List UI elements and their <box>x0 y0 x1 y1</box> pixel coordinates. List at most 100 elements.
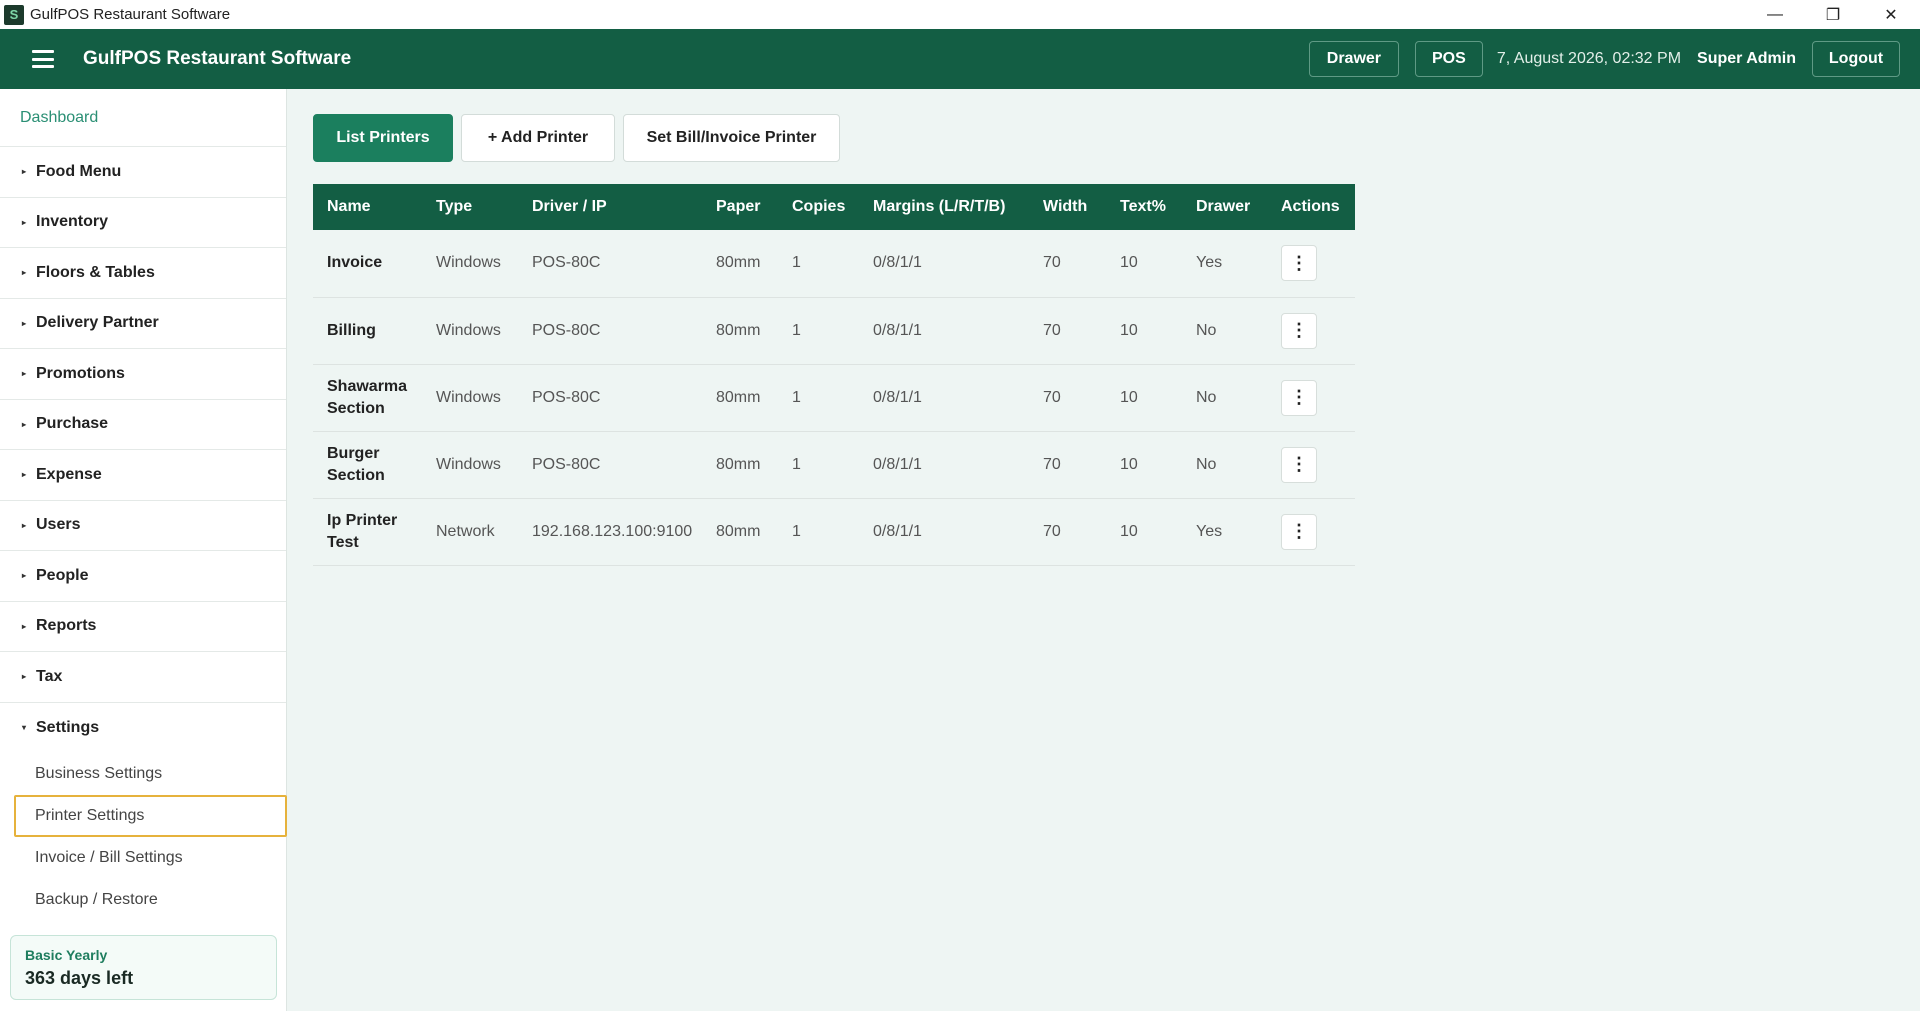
sidebar-item-users[interactable]: ▸ Users <box>0 501 286 551</box>
caret-right-icon: ▸ <box>22 520 27 530</box>
more-vertical-icon[interactable]: ⋮ <box>1281 245 1317 282</box>
caret-down-icon: ▾ <box>22 723 27 733</box>
printer-actions-cell: ⋮ <box>1267 498 1355 566</box>
tab-add-printer[interactable]: + Add Printer <box>461 114 615 162</box>
column-header-driver: Driver / IP <box>532 198 607 215</box>
printer-type: Network <box>422 498 518 566</box>
caret-right-icon: ▸ <box>22 571 27 581</box>
app-logo-icon: S <box>4 4 24 25</box>
header-actions: Drawer POS 7, August 2026, 02:32 PM Supe… <box>1293 29 1900 89</box>
printer-name: Ip Printer Test <box>313 498 422 566</box>
sidebar-item-expense[interactable]: ▸ Expense <box>0 450 286 501</box>
sidebar-item-reports[interactable]: ▸ Reports <box>0 602 286 652</box>
printer-name: Shawarma Section <box>313 364 422 432</box>
printer-margins: 0/8/1/1 <box>859 230 1029 298</box>
printer-driver: 192.168.123.100:9100 <box>518 498 702 566</box>
tab-list-printers[interactable]: List Printers <box>313 114 453 162</box>
more-vertical-icon[interactable]: ⋮ <box>1281 312 1317 349</box>
sidebar-item-label: People <box>36 566 89 584</box>
printer-text-percent: 10 <box>1106 498 1182 566</box>
table-row: Shawarma Section Windows POS-80C 80mm 1 … <box>313 364 1355 432</box>
sidebar-item-label: Inventory <box>36 213 109 231</box>
table-row: Invoice Windows POS-80C 80mm 1 0/8/1/1 7… <box>313 230 1355 298</box>
minimize-icon[interactable]: — <box>1746 0 1804 29</box>
sidebar-item-label: Promotions <box>36 364 125 382</box>
caret-right-icon: ▸ <box>22 217 27 227</box>
column-header-paper: Paper <box>716 198 761 215</box>
sidebar-item-label: Purchase <box>36 415 109 433</box>
printers-table: Name Type Driver / IP Paper Copies Margi… <box>313 184 1355 566</box>
printer-drawer: Yes <box>1182 498 1267 566</box>
printer-type: Windows <box>422 230 518 298</box>
printer-text-percent: 10 <box>1106 297 1182 365</box>
caret-right-icon: ▸ <box>22 470 27 480</box>
sidebar-subitem-invoice-bill-settings[interactable]: Invoice / Bill Settings <box>0 837 286 879</box>
current-datetime: 7, August 2026, 02:32 PM <box>1496 50 1682 67</box>
table-row: Billing Windows POS-80C 80mm 1 0/8/1/1 7… <box>313 297 1355 365</box>
column-header-text: Text% <box>1120 198 1166 215</box>
sidebar-item-tax[interactable]: ▸ Tax <box>0 652 286 703</box>
restore-icon[interactable]: ❐ <box>1804 0 1862 29</box>
window-controls: — ❐ ✕ <box>1746 0 1920 29</box>
sidebar-item-inventory[interactable]: ▸ Inventory <box>0 198 286 248</box>
sidebar-item-label: Food Menu <box>36 162 122 180</box>
sidebar-item-label: Tax <box>36 667 63 685</box>
sidebar-item-delivery-partner[interactable]: ▸ Delivery Partner <box>0 299 286 349</box>
sidebar-item-floors-tables[interactable]: ▸ Floors & Tables <box>0 248 286 299</box>
sidebar-item-dashboard[interactable]: Dashboard <box>0 89 286 147</box>
tab-set-bill-invoice-printer[interactable]: Set Bill/Invoice Printer <box>623 114 840 162</box>
more-vertical-icon[interactable]: ⋮ <box>1281 446 1317 483</box>
column-header-margins: Margins (L/R/T/B) <box>873 198 1006 215</box>
column-header-name: Name <box>327 198 371 215</box>
drawer-button[interactable]: Drawer <box>1308 41 1399 77</box>
caret-right-icon: ▸ <box>22 369 27 379</box>
printer-type: Windows <box>422 297 518 365</box>
sidebar-item-label: Expense <box>36 465 102 483</box>
pos-button[interactable]: POS <box>1414 41 1483 77</box>
brand-title: GulfPOS Restaurant Software <box>83 48 352 69</box>
printer-text-percent: 10 <box>1106 230 1182 298</box>
printer-name: Invoice <box>313 230 422 298</box>
printer-type: Windows <box>422 364 518 432</box>
printer-copies: 1 <box>778 431 859 499</box>
printer-copies: 1 <box>778 297 859 365</box>
more-vertical-icon[interactable]: ⋮ <box>1281 379 1317 416</box>
more-vertical-icon[interactable]: ⋮ <box>1281 513 1317 550</box>
sidebar-subitem-printer-settings[interactable]: Printer Settings <box>14 795 287 837</box>
printer-actions-cell: ⋮ <box>1267 364 1355 432</box>
printer-paper: 80mm <box>702 297 778 365</box>
printer-paper: 80mm <box>702 364 778 432</box>
sidebar-item-food-menu[interactable]: ▸ Food Menu <box>0 147 286 198</box>
sidebar-subitem-backup-restore[interactable]: Backup / Restore <box>0 879 286 921</box>
printer-driver: POS-80C <box>518 364 702 432</box>
printer-margins: 0/8/1/1 <box>859 297 1029 365</box>
printer-driver: POS-80C <box>518 297 702 365</box>
printer-type: Windows <box>422 431 518 499</box>
close-icon[interactable]: ✕ <box>1862 0 1920 29</box>
printer-width: 70 <box>1029 498 1106 566</box>
caret-right-icon: ▸ <box>22 419 27 429</box>
table-row: Burger Section Windows POS-80C 80mm 1 0/… <box>313 431 1355 499</box>
printer-driver: POS-80C <box>518 230 702 298</box>
logout-button[interactable]: Logout <box>1812 41 1900 77</box>
sidebar-item-settings[interactable]: ▾ Settings <box>0 703 286 754</box>
printer-copies: 1 <box>778 498 859 566</box>
column-header-copies: Copies <box>792 198 846 215</box>
sidebar-item-people[interactable]: ▸ People <box>0 551 286 602</box>
sidebar-item-promotions[interactable]: ▸ Promotions <box>0 349 286 400</box>
caret-right-icon: ▸ <box>22 268 27 278</box>
printer-copies: 1 <box>778 364 859 432</box>
sidebar-item-label: Settings <box>36 718 100 736</box>
printer-name: Billing <box>313 297 422 365</box>
table-row: Ip Printer Test Network 192.168.123.100:… <box>313 498 1355 566</box>
sidebar-item-purchase[interactable]: ▸ Purchase <box>0 400 286 450</box>
printer-copies: 1 <box>778 230 859 298</box>
sidebar-subitem-business-settings[interactable]: Business Settings <box>0 753 286 795</box>
sidebar: Dashboard ▸ Food Menu ▸ Inventory ▸ Floors … <box>0 89 287 1011</box>
printer-drawer: No <box>1182 297 1267 365</box>
printer-paper: 80mm <box>702 498 778 566</box>
printer-margins: 0/8/1/1 <box>859 364 1029 432</box>
hamburger-menu-icon[interactable] <box>32 50 54 68</box>
caret-right-icon: ▸ <box>22 672 27 682</box>
app-header: GulfPOS Restaurant Software Drawer POS 7… <box>0 29 1920 89</box>
